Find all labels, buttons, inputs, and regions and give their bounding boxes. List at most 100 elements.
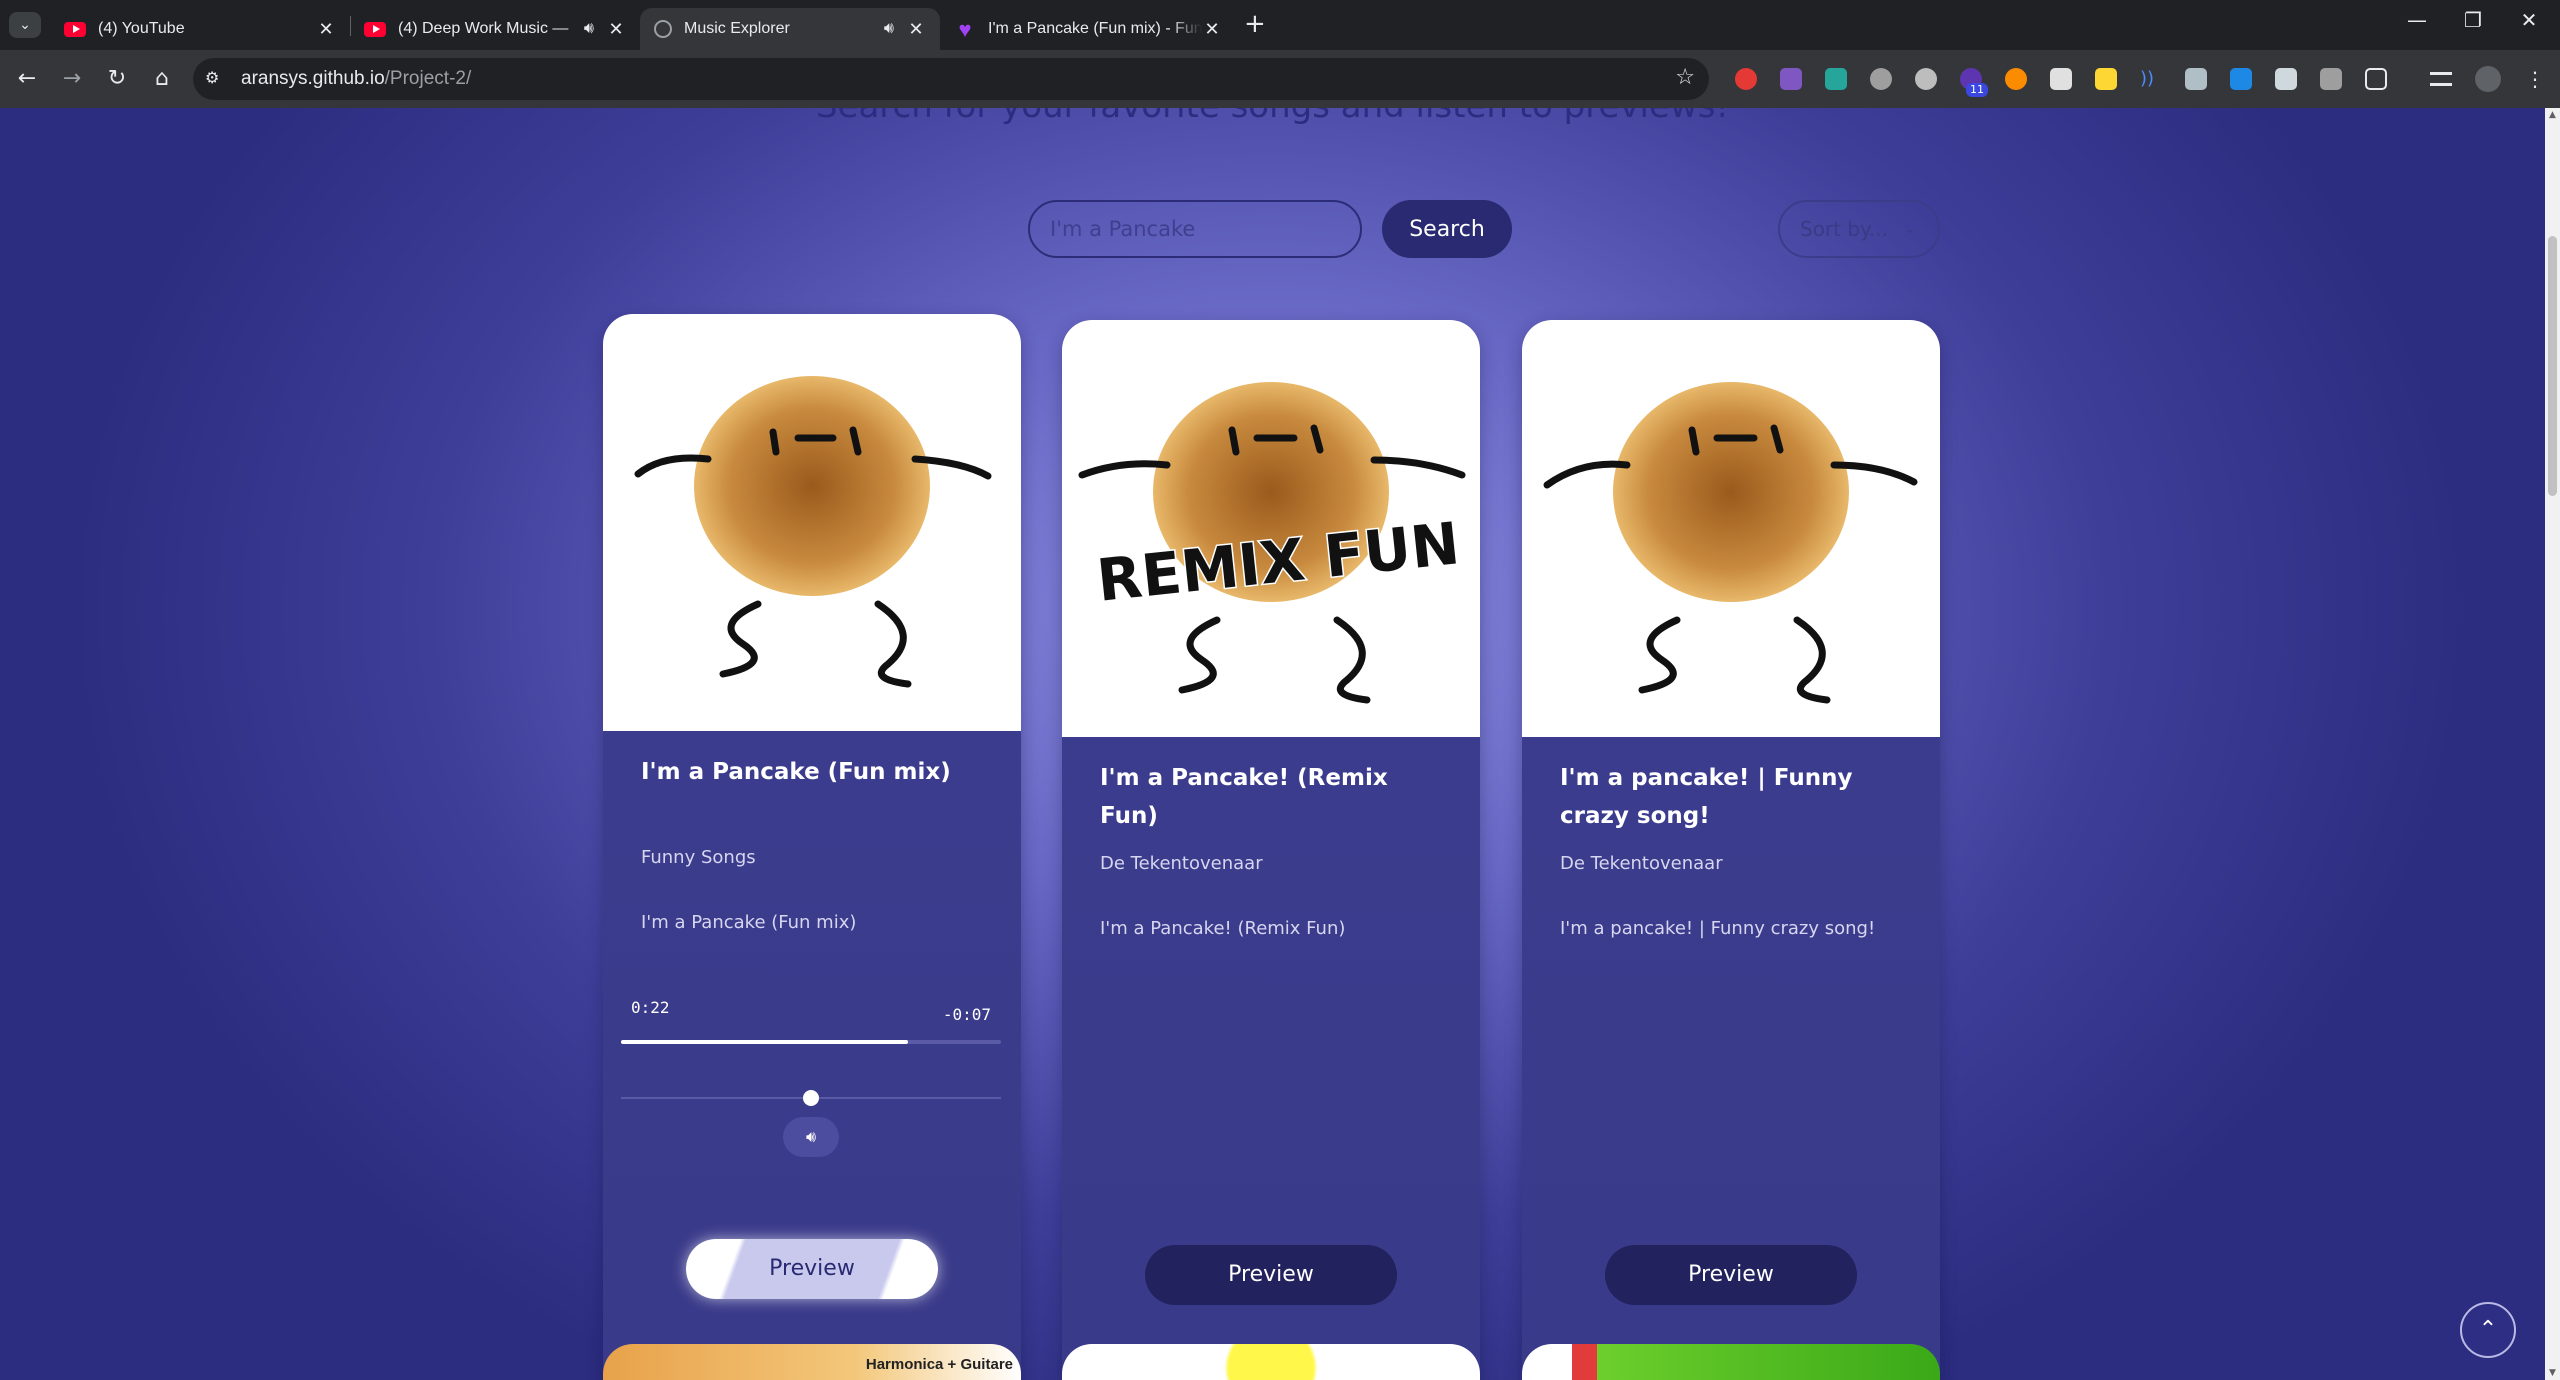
progress-fill: [621, 1040, 908, 1044]
search-input[interactable]: [1028, 200, 1362, 258]
bookmark-star-icon[interactable]: ☆: [1675, 65, 1695, 90]
url-host: aransys.github.io: [241, 68, 385, 89]
volume-knob[interactable]: [803, 1090, 819, 1106]
album-name: I'm a Pancake! (Remix Fun): [1100, 918, 1346, 939]
progress-bar[interactable]: [621, 1040, 1001, 1044]
restore-button[interactable]: ❐: [2453, 8, 2493, 32]
extension-icon[interactable]: [1735, 68, 1757, 90]
tab-title: (4) YouTube: [98, 20, 185, 37]
pancake-illustration: [1543, 382, 1918, 704]
speaker-icon[interactable]: 🔊︎: [584, 20, 594, 38]
home-button[interactable]: ⌂: [147, 64, 177, 94]
extension-icon[interactable]: [2275, 68, 2297, 90]
tab-deep-work[interactable]: (4) Deep Work Music — Foc 🔊︎ ✕: [350, 8, 640, 50]
tab-title: I'm a Pancake (Fun mix) - Funny: [988, 20, 1202, 37]
remaining-time: -0:07: [942, 1005, 991, 1024]
volume-slider[interactable]: [621, 1090, 1001, 1106]
preview-button[interactable]: Preview: [1145, 1245, 1397, 1305]
youtube-icon: [64, 21, 86, 37]
heart-icon: ♥: [958, 16, 972, 42]
globe-icon: [654, 20, 672, 38]
sort-select[interactable]: Sort by... ⌄: [1778, 200, 1940, 258]
current-time: 0:22: [631, 998, 670, 1017]
tab-media-icon[interactable]: [2430, 72, 2452, 86]
artist-name: De Tekentovenaar: [1100, 853, 1263, 874]
menu-kebab-icon[interactable]: ⋮: [2520, 64, 2550, 94]
scrollbar-thumb[interactable]: [2548, 236, 2557, 496]
chevron-down-icon: ⌄: [1904, 221, 1916, 237]
sort-label: Sort by...: [1800, 217, 1889, 241]
song-card-partial: [1062, 1344, 1480, 1380]
song-card: REMIX FUN I'm a Pancake! (Remix Fun) De …: [1062, 320, 1480, 1380]
search-button[interactable]: Search: [1382, 200, 1512, 258]
pancake-illustration: [634, 376, 992, 688]
address-bar[interactable]: ⚙ aransys.github.io/Project-2/ ☆: [193, 58, 1709, 100]
card-info: I'm a Pancake! (Remix Fun) De Tekentoven…: [1062, 737, 1480, 1380]
song-card: I'm a Pancake (Fun mix) Funny Songs I'm …: [603, 314, 1021, 1380]
url-path: /Project-2/: [384, 68, 472, 89]
extension-badge: 11: [1966, 83, 1988, 97]
volume-speaker-icon[interactable]: 🔊︎: [783, 1117, 839, 1157]
preview-button[interactable]: Preview: [1605, 1245, 1857, 1305]
extension-icon[interactable]: [2095, 68, 2117, 90]
scroll-to-top-button[interactable]: ⌃: [2460, 1302, 2516, 1358]
new-tab-button[interactable]: +: [1244, 11, 1266, 37]
artist-name: Funny Songs: [641, 847, 756, 868]
puzzle-extensions-icon[interactable]: [2365, 68, 2387, 90]
song-title: I'm a Pancake (Fun mix): [641, 759, 951, 785]
page-subtitle: Search for your favorite songs and liste…: [0, 108, 2545, 126]
artist-name: De Tekentovenaar: [1560, 853, 1723, 874]
tab-title: (4) Deep Work Music — Foc: [398, 20, 572, 37]
profile-avatar[interactable]: [2475, 66, 2501, 92]
song-title: I'm a pancake! | Funny crazy song!: [1560, 765, 1853, 829]
page-viewport: Search for your favorite songs and liste…: [0, 108, 2545, 1380]
minimize-button[interactable]: —: [2397, 8, 2437, 32]
browser-toolbar: ← → ↻ ⌂ ⚙ aransys.github.io/Project-2/ ☆…: [0, 50, 2560, 108]
tab-search-button[interactable]: ⌄: [9, 12, 41, 38]
site-info-icon[interactable]: ⚙: [205, 68, 229, 90]
tab-youtube[interactable]: (4) YouTube ✕: [50, 8, 350, 50]
scroll-up-arrow[interactable]: ▲: [2547, 110, 2558, 120]
camera-extension-icon[interactable]: [2185, 68, 2207, 90]
song-card-partial: Harmonica + Guitare: [603, 1344, 1021, 1380]
audio-extension-icon[interactable]: )): [2140, 68, 2162, 90]
youtube-icon: [364, 21, 386, 37]
tab-pancake[interactable]: ♥ I'm a Pancake (Fun mix) - Funny ✕: [940, 8, 1236, 50]
forward-button[interactable]: →: [57, 64, 87, 94]
speaker-icon[interactable]: 🔊︎: [884, 20, 894, 38]
extension-icon[interactable]: [1870, 68, 1892, 90]
card-info: I'm a pancake! | Funny crazy song! De Te…: [1522, 737, 1940, 1380]
extension-icon[interactable]: [1825, 68, 1847, 90]
card-info: I'm a Pancake (Fun mix) Funny Songs I'm …: [603, 731, 1021, 1380]
close-icon[interactable]: ✕: [1202, 19, 1222, 40]
close-icon[interactable]: ✕: [906, 19, 926, 40]
extension-icon[interactable]: [2320, 68, 2342, 90]
song-title: I'm a Pancake! (Remix Fun): [1100, 765, 1388, 829]
shield-extension-icon[interactable]: [1780, 68, 1802, 90]
album-name: I'm a Pancake (Fun mix): [641, 912, 857, 933]
tab-title: Music Explorer: [684, 20, 790, 37]
scroll-down-arrow[interactable]: ▼: [2547, 1368, 2558, 1378]
close-icon[interactable]: ✕: [606, 19, 626, 40]
close-window-button[interactable]: ✕: [2509, 8, 2549, 32]
album-art: [603, 314, 1021, 731]
pancake-illustration: REMIX FUN: [1078, 382, 1466, 704]
song-card: I'm a pancake! | Funny crazy song! De Te…: [1522, 320, 1940, 1380]
tab-music-explorer[interactable]: Music Explorer 🔊︎ ✕: [640, 8, 940, 50]
song-card-partial: [1522, 1344, 1940, 1380]
preview-button[interactable]: Preview: [686, 1239, 938, 1299]
album-name: I'm a pancake! | Funny crazy song!: [1560, 918, 1876, 939]
extension-icon[interactable]: [2230, 68, 2252, 90]
tab-strip: ⌄ (4) YouTube ✕ (4) Deep Work Music — Fo…: [0, 0, 2560, 50]
page-scrollbar[interactable]: ▲ ▼: [2545, 108, 2560, 1380]
extension-icon[interactable]: [2050, 68, 2072, 90]
url-text[interactable]: aransys.github.io/Project-2/: [241, 68, 471, 90]
album-art: REMIX FUN: [1062, 320, 1480, 737]
reload-button[interactable]: ↻: [102, 64, 132, 94]
album-art: [1522, 320, 1940, 737]
art-caption: Harmonica + Guitare: [865, 1356, 1013, 1373]
back-button[interactable]: ←: [12, 64, 42, 94]
extension-icon[interactable]: [2005, 68, 2027, 90]
close-icon[interactable]: ✕: [316, 19, 336, 40]
grammarly-extension-icon[interactable]: [1915, 68, 1937, 90]
